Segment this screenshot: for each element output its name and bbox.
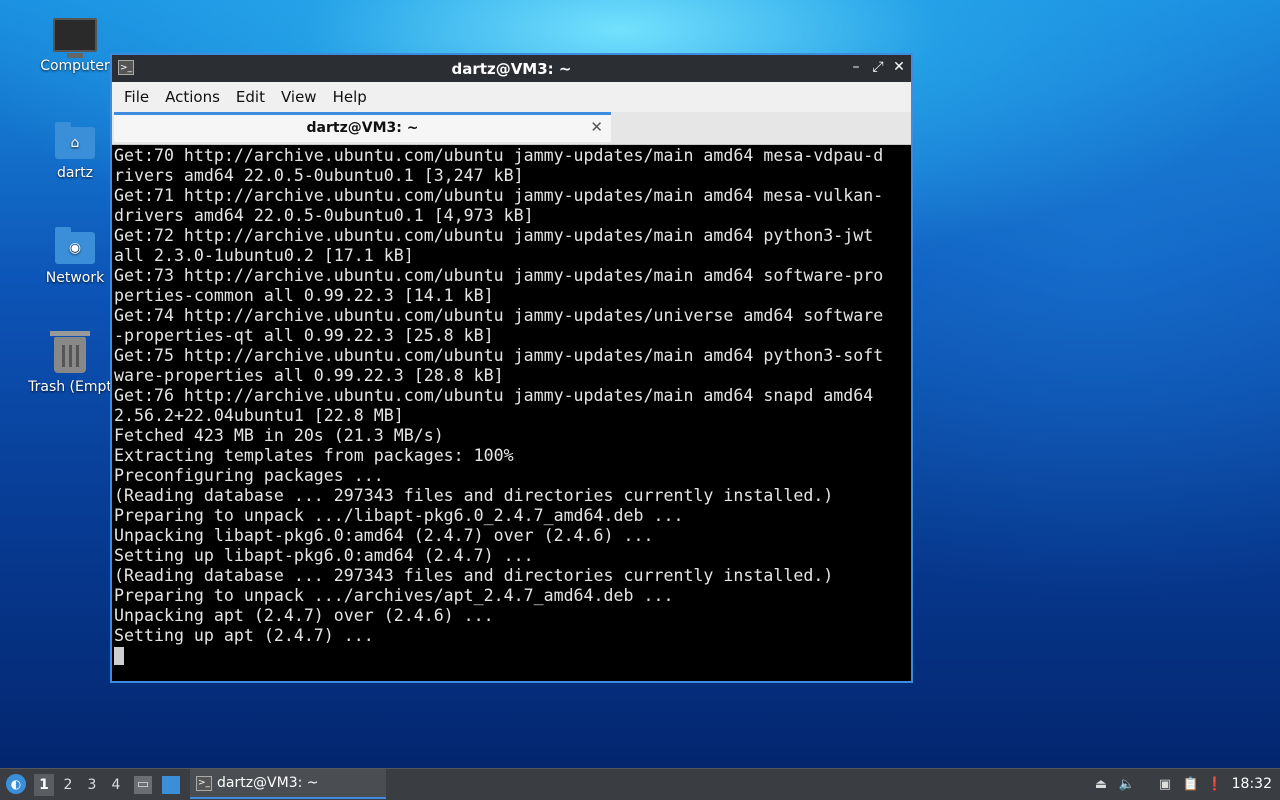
taskbar-task-label: dartz@VM3: ~ xyxy=(217,775,319,791)
taskbar: ◐ 1 2 3 4 ▭ >_ dartz@VM3: ~ ⏏ 🔈 ▣ 📋 ❗ 18… xyxy=(0,768,1280,800)
menu-edit[interactable]: Edit xyxy=(228,88,273,106)
workspace-4[interactable]: 4 xyxy=(106,774,126,796)
terminal-task-icon: >_ xyxy=(196,776,212,791)
desktop-icon-home[interactable]: ⌂ dartz xyxy=(27,122,123,181)
terminal-line: Get:71 http://archive.ubuntu.com/ubuntu … xyxy=(114,186,884,205)
eject-icon[interactable]: ⏏ xyxy=(1092,776,1110,794)
terminal-line: Unpacking apt (2.4.7) over (2.4.6) ... xyxy=(114,606,494,625)
update-icon[interactable]: ❗ xyxy=(1206,776,1224,794)
desktop-icon-network[interactable]: ◉ Network xyxy=(27,227,123,286)
show-desktop-icon[interactable] xyxy=(162,776,180,794)
tab-terminal[interactable]: dartz@VM3: ~ ✕ xyxy=(114,112,611,142)
computer-icon xyxy=(53,18,97,58)
terminal-line: Get:75 http://archive.ubuntu.com/ubuntu … xyxy=(114,346,884,365)
tab-close-icon[interactable]: ✕ xyxy=(590,118,603,136)
terminal-line: Get:73 http://archive.ubuntu.com/ubuntu … xyxy=(114,266,884,285)
clock[interactable]: 18:32 xyxy=(1232,776,1272,792)
terminal-line: Preparing to unpack .../archives/apt_2.4… xyxy=(114,586,674,605)
terminal-line: 2.56.2+22.04ubuntu1 [22.8 MB] xyxy=(114,406,404,425)
menu-bar: File Actions Edit View Help xyxy=(112,82,911,112)
terminal-text: Get:70 http://archive.ubuntu.com/ubuntu … xyxy=(114,146,911,666)
terminal-output[interactable]: Get:70 http://archive.ubuntu.com/ubuntu … xyxy=(114,146,911,681)
desktop-icon-label: dartz xyxy=(56,165,94,181)
terminal-line: Get:72 http://archive.ubuntu.com/ubuntu … xyxy=(114,226,874,245)
workspace-2[interactable]: 2 xyxy=(58,774,78,796)
terminal-line: Get:74 http://archive.ubuntu.com/ubuntu … xyxy=(114,306,884,325)
desktop-icon-label: Trash (Empt xyxy=(28,379,112,395)
menu-actions[interactable]: Actions xyxy=(157,88,228,106)
start-menu-icon[interactable]: ◐ xyxy=(6,774,26,794)
workspace-1[interactable]: 1 xyxy=(34,774,54,796)
terminal-line: Fetched 423 MB in 20s (21.3 MB/s) xyxy=(114,426,444,445)
terminal-line: all 2.3.0-1ubuntu0.2 [17.1 kB] xyxy=(114,246,414,265)
window-title: dartz@VM3: ~ xyxy=(451,60,572,78)
tab-bar: dartz@VM3: ~ ✕ xyxy=(112,112,911,145)
minimize-button[interactable]: – xyxy=(847,58,865,76)
menu-help[interactable]: Help xyxy=(325,88,375,106)
window-titlebar[interactable]: >_ dartz@VM3: ~ – ⤢ ✕ xyxy=(112,55,911,82)
terminal-line: (Reading database ... 297343 files and d… xyxy=(114,486,834,505)
clipboard-icon[interactable]: 📋 xyxy=(1182,776,1200,794)
terminal-line: Setting up libapt-pkg6.0:amd64 (2.4.7) .… xyxy=(114,546,534,565)
terminal-line: drivers amd64 22.0.5-0ubuntu0.1 [4,973 k… xyxy=(114,206,534,225)
terminal-window: >_ dartz@VM3: ~ – ⤢ ✕ File Actions Edit … xyxy=(110,53,913,683)
terminal-line: (Reading database ... 297343 files and d… xyxy=(114,566,834,585)
terminal-line: Get:76 http://archive.ubuntu.com/ubuntu … xyxy=(114,386,874,405)
terminal-line: Preconfiguring packages ... xyxy=(114,466,384,485)
volume-icon[interactable]: 🔈 xyxy=(1118,776,1136,794)
close-button[interactable]: ✕ xyxy=(890,58,908,76)
terminal-line: Preparing to unpack .../libapt-pkg6.0_2.… xyxy=(114,506,684,525)
desktop-icon-computer[interactable]: Computer xyxy=(27,18,123,74)
home-folder-icon: ⌂ xyxy=(55,122,95,159)
terminal-line: Get:70 http://archive.ubuntu.com/ubuntu … xyxy=(114,146,884,165)
desktop-icon-label: Network xyxy=(45,270,105,286)
desktop-icon-label: Computer xyxy=(40,58,110,74)
terminal-line: Extracting templates from packages: 100% xyxy=(114,446,514,465)
terminal-line: Unpacking libapt-pkg6.0:amd64 (2.4.7) ov… xyxy=(114,526,654,545)
terminal-line: perties-common all 0.99.22.3 [14.1 kB] xyxy=(114,286,494,305)
terminal-line: rivers amd64 22.0.5-0ubuntu0.1 [3,247 kB… xyxy=(114,166,524,185)
menu-view[interactable]: View xyxy=(273,88,325,106)
taskbar-task-terminal[interactable]: >_ dartz@VM3: ~ xyxy=(190,769,386,799)
tab-label: dartz@VM3: ~ xyxy=(306,120,419,136)
workspace-3[interactable]: 3 xyxy=(82,774,102,796)
terminal-line: -properties-qt all 0.99.22.3 [25.8 kB] xyxy=(114,326,494,345)
desktop-icon-trash[interactable]: Trash (Empt xyxy=(22,331,118,395)
terminal-line: Setting up apt (2.4.7) ... xyxy=(114,626,374,645)
terminal-cursor xyxy=(114,647,124,665)
terminal-line: ware-properties all 0.99.22.3 [28.8 kB] xyxy=(114,366,504,385)
file-manager-launcher-icon[interactable]: ▭ xyxy=(134,776,152,794)
maximize-button[interactable]: ⤢ xyxy=(869,58,887,76)
network-icon[interactable]: ▣ xyxy=(1156,776,1174,794)
menu-file[interactable]: File xyxy=(116,88,157,106)
network-folder-icon: ◉ xyxy=(55,227,95,264)
trash-icon xyxy=(50,331,90,373)
